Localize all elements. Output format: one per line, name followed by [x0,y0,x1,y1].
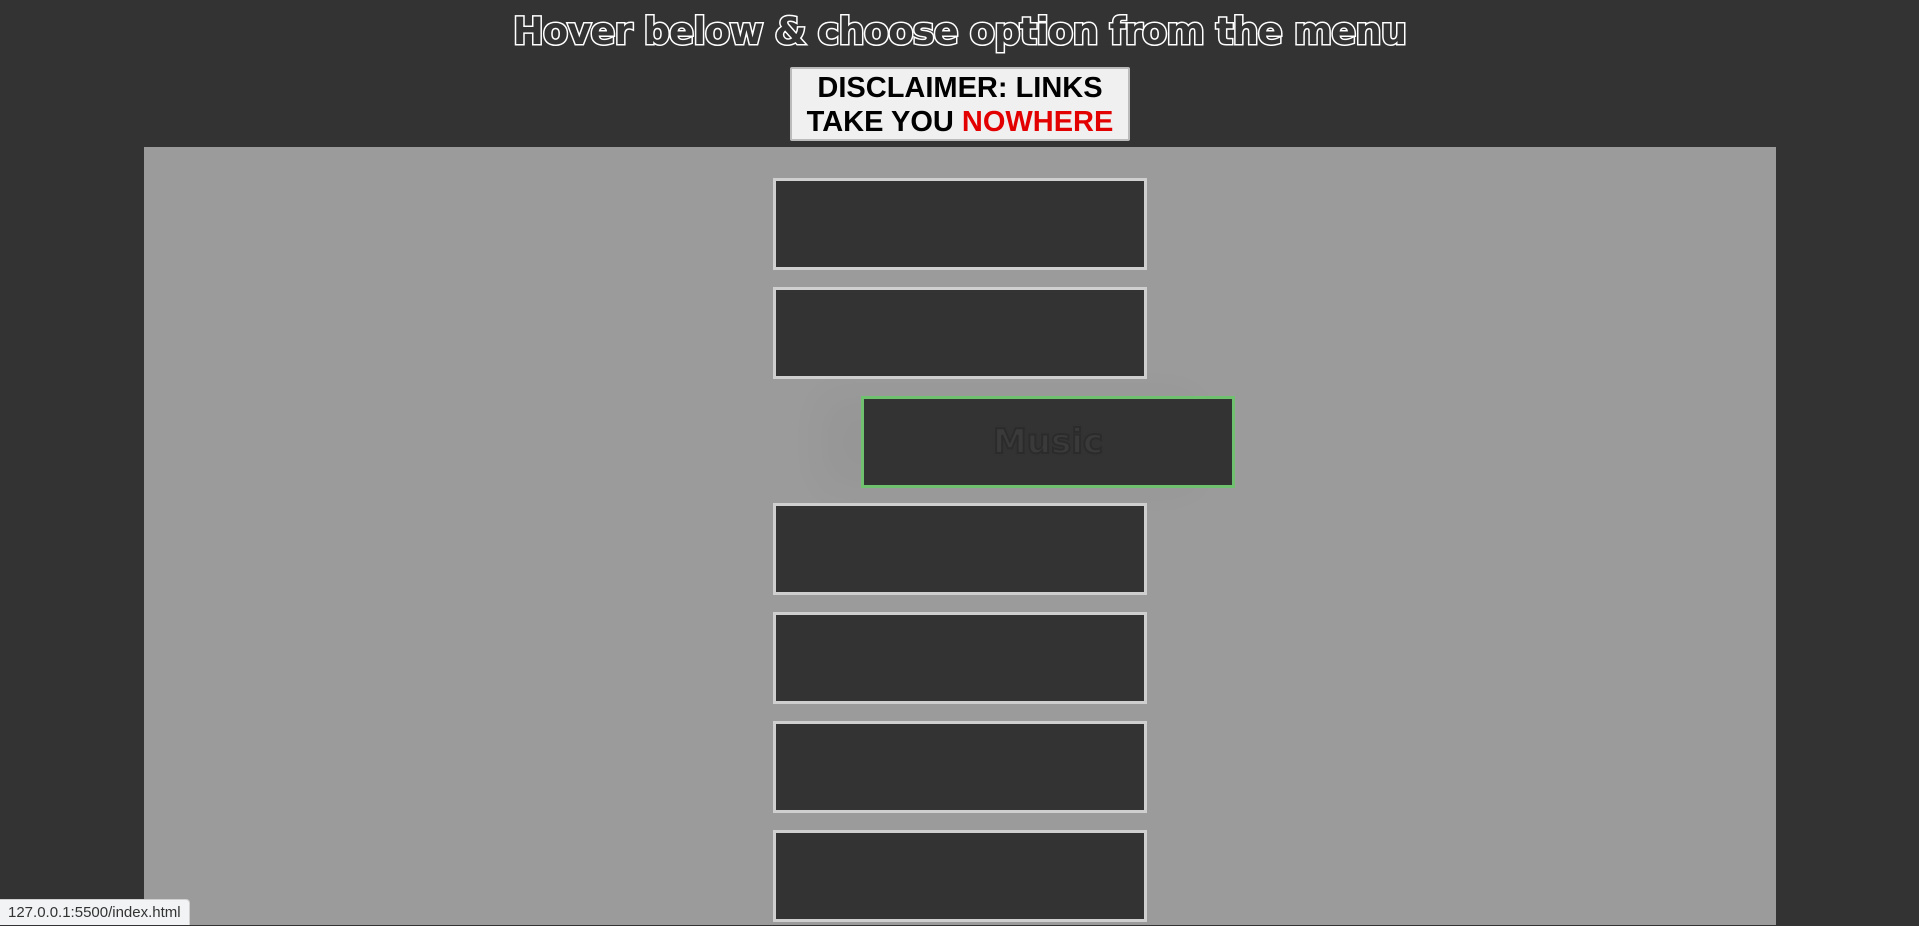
menu-item-music[interactable]: Music [861,396,1235,488]
menu-item-1[interactable] [773,178,1147,270]
menu-panel: Music [144,147,1776,925]
disclaimer-highlight: NOWHERE [961,106,1114,138]
menu-item-4[interactable] [773,503,1147,595]
disclaimer-box: DISCLAIMER: LINKS TAKE YOU NOWHERE [790,67,1130,141]
menu-item-label: Music [992,421,1104,463]
page-title: Hover below & choose option from the men… [511,9,1408,55]
menu-item-2[interactable] [773,287,1147,379]
menu-item-6[interactable] [773,721,1147,813]
menu-item-5[interactable] [773,612,1147,704]
disclaimer-line-2-prefix: TAKE YOU [806,106,962,138]
browser-status-bar: 127.0.0.1:5500/index.html [0,899,190,925]
menu-item-7[interactable] [773,830,1147,922]
disclaimer-line-1: DISCLAIMER: LINKS [817,72,1103,104]
disclaimer-line-2: TAKE YOU NOWHERE [792,105,1128,139]
